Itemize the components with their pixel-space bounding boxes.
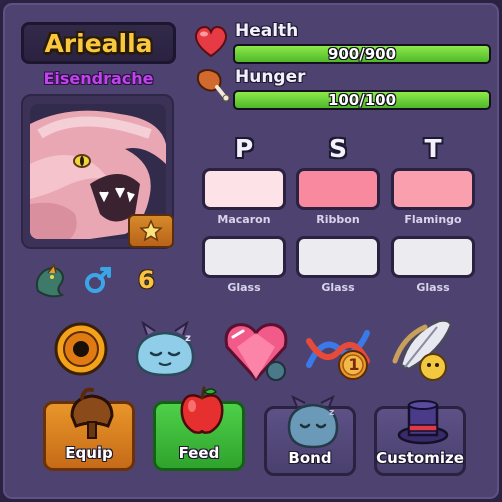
pet-name: Ariealla <box>44 28 153 58</box>
star-icon <box>139 219 163 242</box>
favorite-star-button[interactable] <box>128 214 174 248</box>
pet-face-icon: z <box>287 395 339 449</box>
glass-swatch-primary[interactable] <box>202 236 286 278</box>
bond-label: Bond <box>288 449 332 467</box>
customize-button[interactable]: Customize <box>374 400 466 476</box>
svg-text:z: z <box>329 408 334 418</box>
color-swatch-secondary[interactable] <box>296 168 380 210</box>
health-bar: 900/900 <box>233 44 491 64</box>
health-heart-icon <box>193 25 229 63</box>
pet-age: 6 <box>138 266 155 294</box>
top-hat-icon <box>397 400 449 445</box>
health-label: Health <box>235 21 299 41</box>
color-header-primary: P <box>234 134 254 163</box>
color-name-secondary: Ribbon <box>316 213 360 226</box>
male-gender-icon <box>83 265 113 299</box>
pet-profile-panel: Ariealla Eisendrache 6 Health 900/900 Hu… <box>0 0 502 502</box>
amber-orb-icon[interactable] <box>53 321 109 381</box>
apple-icon <box>180 386 224 434</box>
saddle-icon <box>70 387 114 439</box>
feed-button[interactable]: Feed <box>153 386 245 471</box>
color-name-primary: Macaron <box>217 213 271 226</box>
hunger-label: Hunger <box>235 67 306 87</box>
species-icon <box>30 261 70 305</box>
glass-name-secondary: Glass <box>321 281 355 294</box>
equip-label: Equip <box>65 444 113 462</box>
color-header-secondary: S <box>328 134 347 163</box>
pet-species: Eisendrache <box>43 69 154 88</box>
color-swatch-primary[interactable] <box>202 168 286 210</box>
dna-icon[interactable]: 1 <box>303 321 377 387</box>
glass-name-tertiary: Glass <box>416 281 450 294</box>
bond-button[interactable]: z Bond <box>264 395 356 476</box>
svg-text:z: z <box>185 333 191 344</box>
feather-quill-icon[interactable] <box>389 317 459 387</box>
heart-gem-icon[interactable] <box>221 319 291 389</box>
color-swatch-tertiary[interactable] <box>391 168 475 210</box>
equip-button[interactable]: Equip <box>43 387 135 471</box>
feed-label: Feed <box>178 444 220 462</box>
hunger-bar: 100/100 <box>233 90 491 110</box>
glass-name-primary: Glass <box>227 281 261 294</box>
color-header-tertiary: T <box>424 134 442 163</box>
hunger-meat-icon <box>193 65 231 107</box>
health-value: 900/900 <box>327 45 397 63</box>
dna-count-badge: 1 <box>348 355 360 374</box>
name-plate: Ariealla <box>21 22 176 64</box>
glass-swatch-tertiary[interactable] <box>391 236 475 278</box>
customize-label: Customize <box>376 449 464 467</box>
glass-swatch-secondary[interactable] <box>296 236 380 278</box>
color-name-tertiary: Flamingo <box>404 213 462 226</box>
hunger-value: 100/100 <box>327 91 397 109</box>
sleeping-pet-icon[interactable]: z <box>129 320 201 381</box>
